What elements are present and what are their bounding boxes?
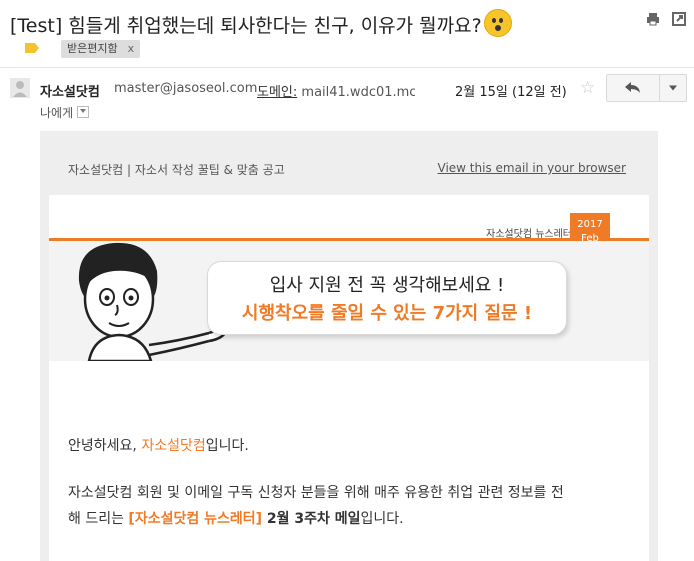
more-actions-button[interactable] bbox=[659, 74, 687, 102]
reply-button[interactable] bbox=[606, 74, 660, 102]
preheader-text: 자소설닷컴 | 자소서 작성 꿀팁 & 맞춤 공고 bbox=[68, 163, 285, 177]
para-prefix: 해 드리는 bbox=[68, 511, 129, 527]
para-brand: [자소설닷컴 뉴스레터] bbox=[128, 511, 263, 527]
sender-domain: 도메인: mail41.wdc01.mc bbox=[257, 81, 415, 100]
avatar bbox=[10, 78, 30, 98]
show-details-icon[interactable] bbox=[77, 106, 90, 118]
newsletter-card: 자소설닷컴 뉴스레터 2017 Feb 입사 지원 전 꼭 생각해보세요 ! 시… bbox=[49, 195, 649, 561]
speech-bubble: 입사 지원 전 꼭 생각해보세요 ! 시행착오를 줄일 수 있는 7가지 질문 … bbox=[207, 261, 567, 335]
para-suffix: 입니다. bbox=[360, 511, 404, 527]
ribbon-year: 2017 bbox=[577, 219, 603, 230]
email-subject: [Test] 힘들게 취업했는데 퇴사한다는 친구, 이유가 뭘까요? bbox=[10, 11, 482, 38]
hushed-face-emoji bbox=[484, 9, 512, 37]
remove-label-icon[interactable]: x bbox=[128, 42, 135, 55]
para-week: 2월 3주차 메일 bbox=[262, 511, 361, 527]
subject-text: 힘들게 취업했는데 퇴사한다는 친구, 이유가 뭘까요? bbox=[68, 15, 482, 37]
subject-tag: [Test] bbox=[10, 15, 63, 37]
sender-email: master@jasoseol.com bbox=[114, 81, 258, 96]
email-date: 2월 15일 (12일 전) bbox=[455, 85, 567, 100]
recipient-line: 나에게 bbox=[40, 104, 90, 121]
intro-paragraph-line-1: 자소설닷컴 회원 및 이메일 구독 신청자 분들을 위해 매주 유용한 취업 관… bbox=[68, 485, 564, 501]
greeting-brand: 자소설닷컴 bbox=[141, 438, 206, 454]
star-icon[interactable]: ☆ bbox=[580, 78, 595, 98]
sender-name[interactable]: 자소설닷컴 bbox=[40, 81, 100, 100]
subject-row: [Test] 힘들게 취업했는데 퇴사한다는 친구, 이유가 뭘까요? bbox=[10, 8, 686, 38]
greeting-prefix: 안녕하세요, bbox=[68, 438, 142, 454]
reply-icon bbox=[625, 82, 640, 93]
bubble-line-1: 입사 지원 전 꼭 생각해보세요 ! bbox=[269, 275, 505, 296]
new-window-icon[interactable] bbox=[672, 12, 686, 26]
label-arrow-icon[interactable] bbox=[25, 43, 39, 53]
recipient-text: 나에게 bbox=[40, 106, 74, 120]
email-body: 자소설닷컴 | 자소서 작성 꿀팁 & 맞춤 공고 View this emai… bbox=[40, 131, 658, 561]
intro-paragraph-line-2: 해 드리는 [자소설닷컴 뉴스레터] 2월 3주차 메일입니다. bbox=[68, 508, 404, 528]
domain-label[interactable]: 도메인: bbox=[257, 85, 297, 100]
label-chip-inbox[interactable]: 받은편지함 x bbox=[61, 40, 141, 58]
print-icon[interactable] bbox=[646, 12, 660, 26]
greeting-suffix: 입니다. bbox=[205, 438, 249, 454]
mascot-character-image bbox=[78, 242, 227, 361]
divider bbox=[0, 67, 694, 68]
domain-value: mail41.wdc01.mc bbox=[301, 85, 415, 100]
hero-banner: 입사 지원 전 꼭 생각해보세요 ! 시행착오를 줄일 수 있는 7가지 질문 … bbox=[49, 241, 649, 361]
label-chip-text: 받은편지함 bbox=[67, 42, 118, 55]
chevron-down-icon bbox=[669, 85, 677, 91]
view-in-browser-link[interactable]: View this email in your browser bbox=[438, 161, 626, 175]
sender-row: 자소설닷컴 master@jasoseol.com 도메인: mail41.wd… bbox=[10, 74, 694, 124]
bubble-line-2: 시행착오를 줄일 수 있는 7가지 질문 ! bbox=[241, 303, 533, 324]
subject-actions bbox=[646, 12, 686, 26]
greeting-text: 안녕하세요, 자소설닷컴입니다. bbox=[68, 435, 249, 455]
